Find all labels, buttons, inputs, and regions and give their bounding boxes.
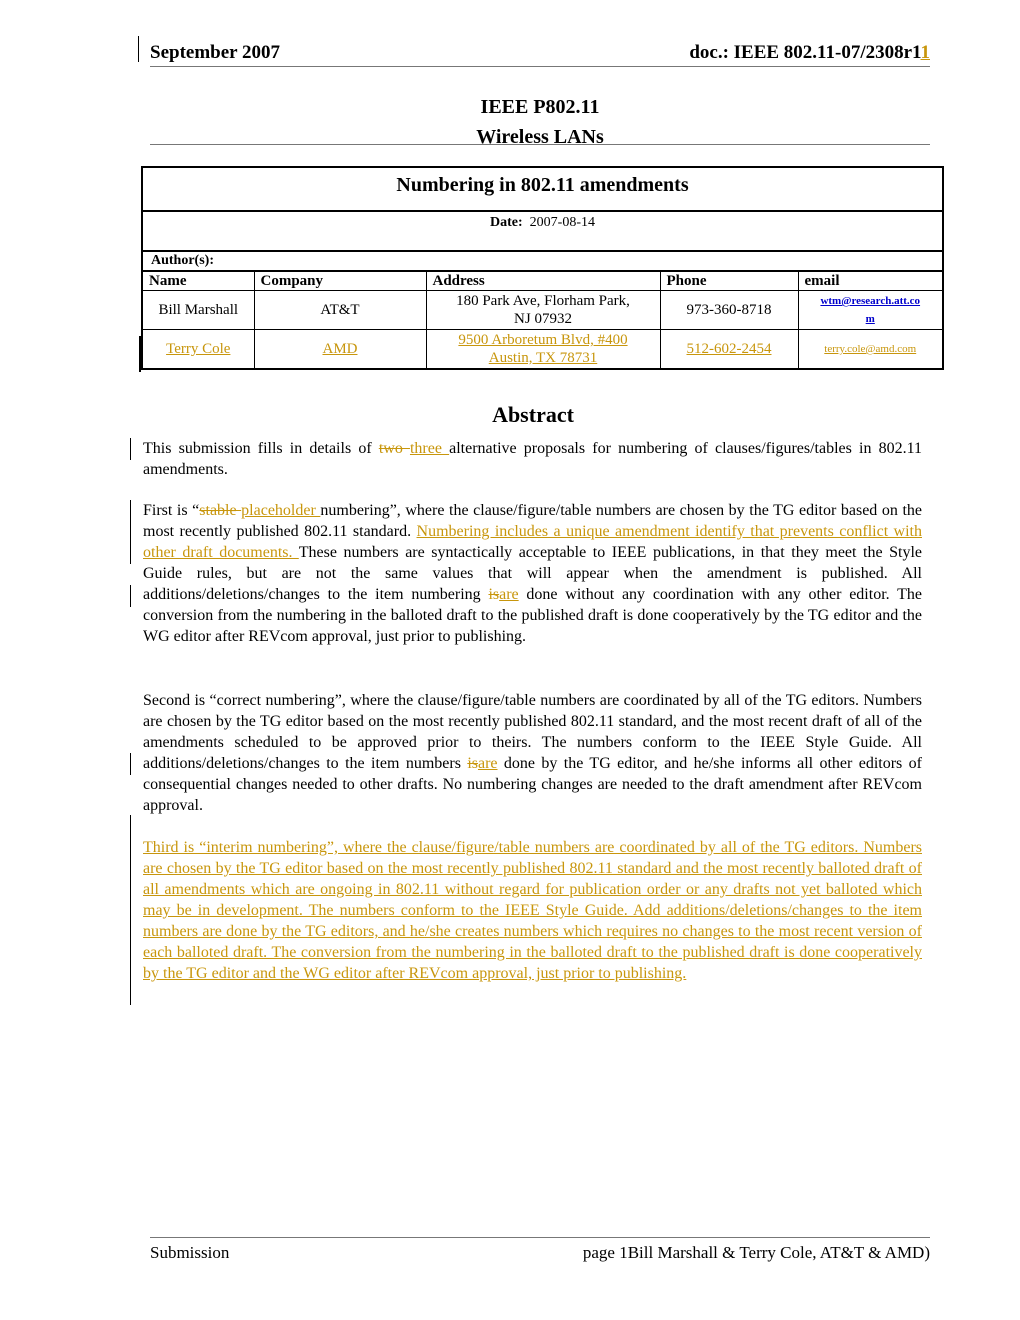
- author-email[interactable]: wtm@research.att.co m: [797, 290, 942, 330]
- cover-table: Numbering in 802.11 amendments Date: 200…: [141, 166, 944, 370]
- change-bar: [138, 36, 139, 62]
- column-header: Address: [425, 271, 661, 291]
- address-line: Austin, TX 78731: [488, 350, 598, 366]
- working-group-name: Wireless LANs: [476, 126, 604, 148]
- author-phone: 973-360-8718: [659, 290, 799, 330]
- inserted-revision: 1: [920, 42, 931, 63]
- page-footer: Submission page 1Bill Marshall & Terry C…: [150, 1237, 930, 1262]
- abstract-paragraph-first: First is “stable placeholder numbering”,…: [143, 502, 923, 645]
- change-bar: [130, 815, 131, 1005]
- author-row: Bill Marshall AT&T 180 Park Ave, Florham…: [143, 290, 942, 330]
- column-header: Phone: [659, 271, 799, 291]
- author-address: 180 Park Ave, Florham Park, NJ 07932: [425, 290, 661, 330]
- standard-name: IEEE P802.11: [480, 96, 600, 118]
- deleted-text: is: [488, 586, 500, 603]
- email-link[interactable]: wtm@research.att.co m: [820, 295, 920, 325]
- footer-page-authors: page 1Bill Marshall & Terry Cole, AT&T &…: [582, 1243, 930, 1262]
- deleted-text: is: [467, 755, 478, 772]
- deleted-text: stable: [199, 502, 242, 519]
- author-email[interactable]: terry.cole@amd.com: [797, 329, 942, 368]
- abstract-paragraph-third: Third is “interim numbering”, where the …: [143, 839, 922, 982]
- doc-number: doc.: IEEE 802.11-07/2308r1: [689, 42, 921, 63]
- page-header: September 2007 doc.: IEEE 802.11-07/2308…: [150, 38, 930, 67]
- inserted-text: three: [409, 440, 450, 457]
- address-line: 180 Park Ave, Florham Park,: [456, 293, 630, 309]
- date-row: Date: 2007-08-14: [143, 212, 942, 252]
- abstract-paragraph-intro: This submission fills in details of two …: [143, 440, 923, 478]
- inserted-text: are: [499, 586, 519, 603]
- inserted-text: are: [477, 755, 498, 772]
- footer-submission: Submission: [150, 1243, 230, 1262]
- document-title: Numbering in 802.11 amendments: [143, 168, 942, 212]
- abstract-heading: Abstract: [492, 402, 574, 427]
- inserted-text: placeholder: [241, 502, 321, 519]
- change-bar: [130, 585, 131, 607]
- deleted-text: two: [378, 440, 410, 457]
- address-line: 9500 Arboretum Blvd, #400: [458, 332, 628, 348]
- abstract-paragraph-second: Second is “correct numbering”, where the…: [143, 692, 922, 814]
- author-name: Bill Marshall: [143, 290, 255, 330]
- address-line: NJ 07932: [514, 311, 572, 327]
- authors-label: Author(s):: [143, 252, 942, 271]
- header-date: September 2007: [150, 42, 280, 63]
- title-rule: [150, 144, 930, 145]
- authors-table: Name Company Address Phone email Bill Ma…: [143, 271, 942, 368]
- change-bar: [130, 500, 131, 564]
- header-doc-number: doc.: IEEE 802.11-07/2308r11: [689, 42, 930, 64]
- column-header: Company: [253, 271, 427, 291]
- column-header: email: [797, 271, 942, 291]
- author-company: AT&T: [253, 290, 427, 330]
- change-bar: [130, 753, 131, 775]
- author-row: Terry Cole AMD 9500 Arboretum Blvd, #400…: [143, 329, 942, 368]
- author-company: AMD: [253, 329, 427, 368]
- date-value: 2007-08-14: [529, 215, 595, 230]
- author-phone: 512-602-2454: [659, 329, 799, 368]
- change-bar: [130, 438, 131, 460]
- author-address: 9500 Arboretum Blvd, #400 Austin, TX 7873…: [425, 329, 661, 368]
- column-header: Name: [143, 271, 255, 291]
- author-name: Terry Cole: [143, 329, 255, 368]
- authors-header-row: Name Company Address Phone email: [143, 271, 942, 291]
- title-block: IEEE P802.11 Wireless LANs: [150, 92, 930, 152]
- date-label: Date:: [490, 215, 523, 230]
